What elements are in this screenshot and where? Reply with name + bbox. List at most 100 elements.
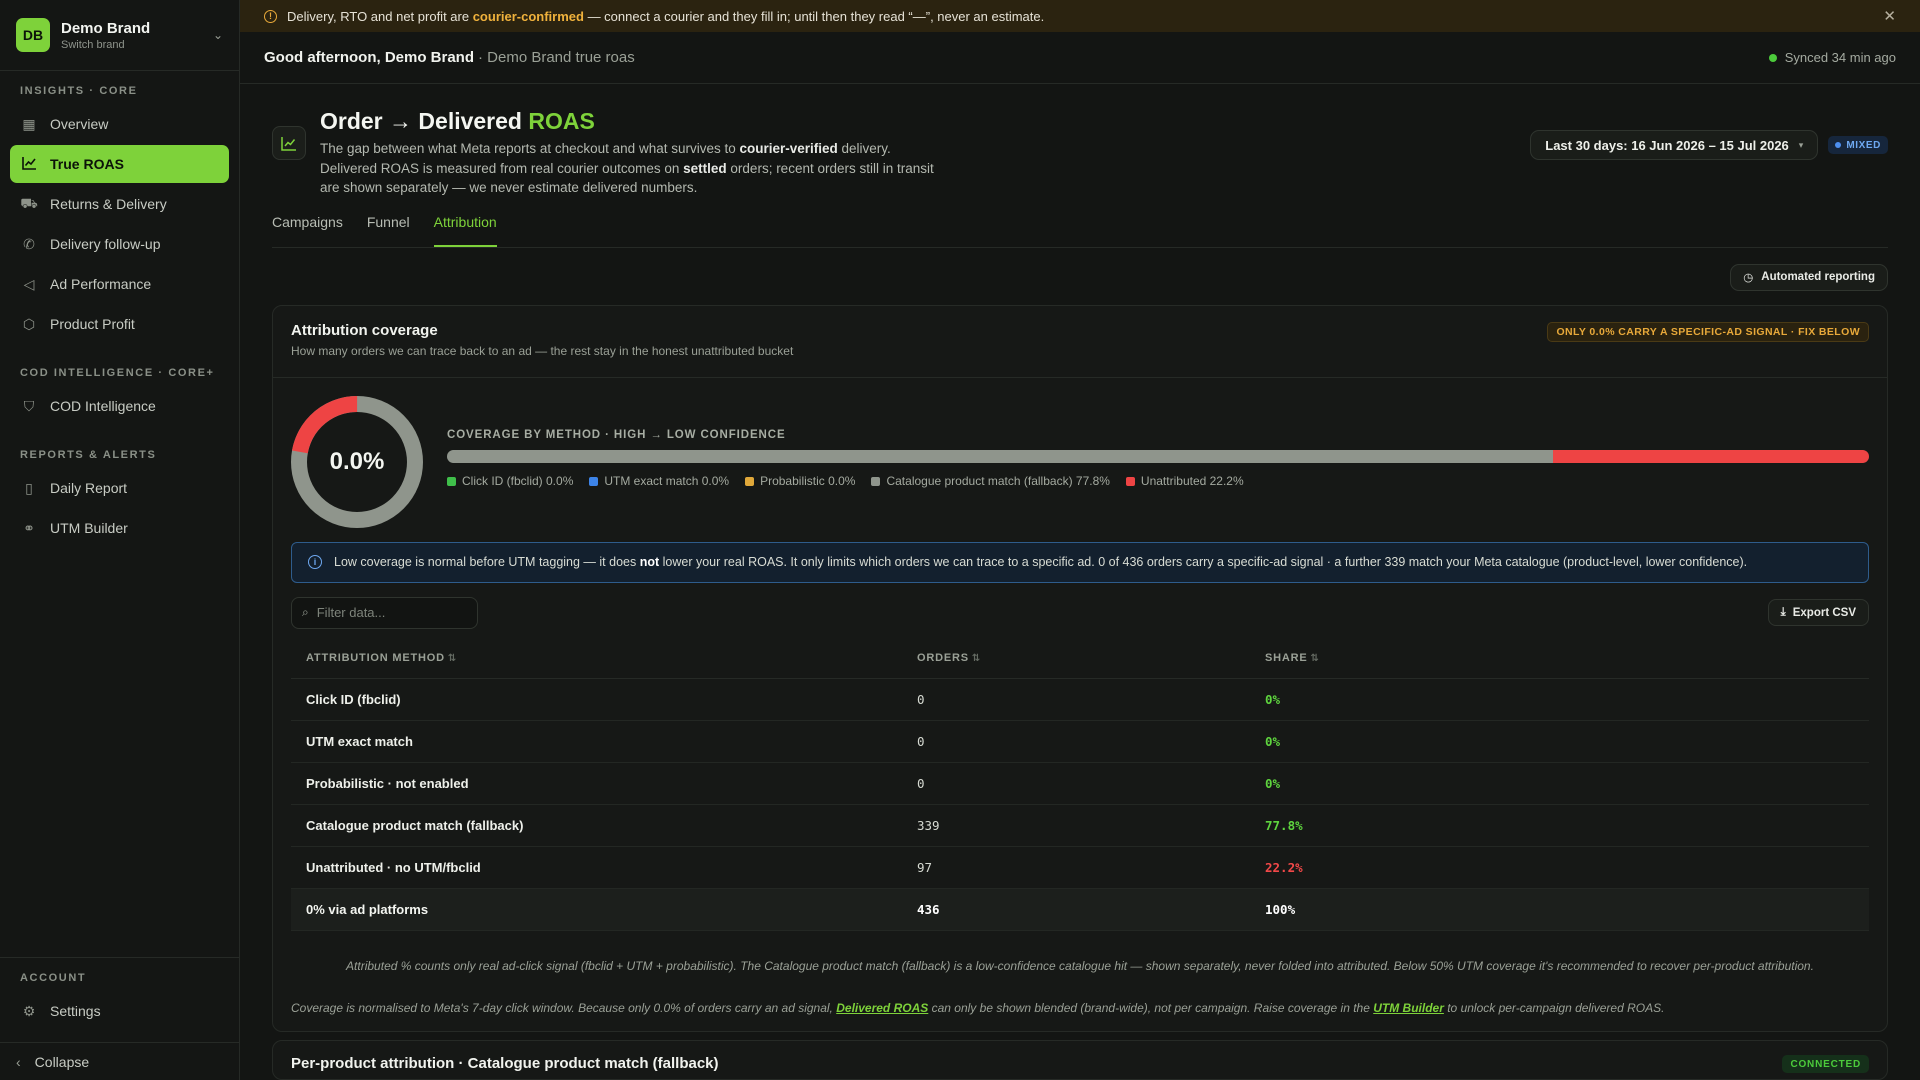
date-range-picker[interactable]: Last 30 days: 16 Jun 2026 – 15 Jul 2026 … [1530,130,1819,160]
shield-icon: ⛉ [23,397,35,414]
legend-label: Click ID (fbclid) 0.0% [462,474,574,488]
sidebar-item-returns-delivery[interactable]: ⛟ Returns & Delivery [10,185,229,223]
tab-attribution[interactable]: Attribution [433,212,497,247]
chart-line-icon [272,126,306,160]
sidebar-item-cod-intelligence[interactable]: ⛉ COD Intelligence [10,387,229,425]
page-header: Order → Delivered ROAS The gap between w… [272,84,1888,198]
megaphone-icon: ◁ [23,275,35,292]
export-csv-button[interactable]: ⤓ Export CSV [1767,599,1869,626]
nav-section-insights: INSIGHTS · CORE [20,85,138,97]
legend-swatch [1125,476,1135,486]
table-row: Unattributed · no UTM/fbclid 97 22.2% [291,846,1869,889]
tab-campaigns[interactable]: Campaigns [272,212,343,247]
coverage-bar-segment [1553,450,1869,463]
banner-text: Delivery, RTO and net profit are courier… [287,8,1045,24]
legend-item: Unattributed 22.2% [1125,474,1244,488]
sidebar-item-label: True ROAS [50,156,124,172]
sidebar-item-product-profit[interactable]: ⬡ Product Profit [10,305,229,343]
sidebar-nav: INSIGHTS · CORE ▦ Overview True ROAS ⛟ R… [0,71,239,957]
status-dot-icon [1835,142,1842,148]
column-header-orders[interactable]: ORDERS ⇅ [902,638,1250,679]
per-product-attribution-card: Per-product attribution · Catalogue prod… [272,1040,1888,1080]
legend-swatch [871,476,881,486]
legend-swatch [447,476,456,486]
date-range-label: Last 30 days: 16 Jun 2026 – 15 Jul 2026 [1545,137,1789,153]
sidebar-item-label: Settings [50,1003,101,1019]
table-row: UTM exact match 0 0% [291,720,1869,763]
search-icon: ⌕ [302,605,309,619]
legend-label: Probabilistic 0.0% [760,474,856,488]
page-title: Order → Delivered ROAS [320,108,595,134]
chart-line-icon [20,156,38,173]
sort-icon: ⇅ [971,653,982,665]
sidebar-item-label: Overview [50,116,109,132]
sidebar-item-daily-report[interactable]: ▯ Daily Report [10,469,229,507]
delivered-roas-link[interactable]: Delivered ROAS [836,1001,928,1015]
tab-bar: Campaigns Funnel Attribution [272,212,1888,248]
attribution-coverage-card: Attribution coverage How many orders we … [272,304,1888,1032]
sidebar-item-settings[interactable]: ⚙ Settings [10,992,229,1030]
grid-icon: ▦ [22,115,36,132]
chevron-down-icon: ⌄ [212,28,223,42]
attribution-table: ATTRIBUTION METHOD ⇅ ORDERS ⇅ SHARE ⇅ Click… [291,638,1869,931]
collapse-label: Collapse [34,1053,90,1070]
mobile-icon: ▯ [25,479,33,496]
sidebar-item-ad-performance[interactable]: ◁ Ad Performance [10,265,229,303]
sort-icon: ⇅ [1310,653,1320,665]
table-row: Catalogue product match (fallback) 339 7… [291,804,1869,847]
brand-switcher[interactable]: DB Demo Brand Switch brand ⌄ [0,0,239,71]
coverage-info-box: i Low coverage is normal before UTM tagg… [291,541,1869,583]
card-title: Attribution coverage [291,321,438,339]
status-badge: CONNECTED [1782,1055,1869,1073]
legend-swatch [589,476,599,486]
column-header-method[interactable]: ATTRIBUTION METHOD ⇅ [291,638,902,679]
automated-reporting-button[interactable]: ◷ Automated reporting [1730,263,1888,291]
gear-icon: ⚙ [22,1002,36,1019]
sidebar-item-delivery-follow-up[interactable]: ✆ Delivery follow-up [10,225,229,263]
sidebar-item-label: COD Intelligence [50,398,156,414]
box-icon: ⬡ [22,315,36,332]
card-subtitle: How many orders we can trace back to an … [291,343,794,358]
tab-funnel[interactable]: Funnel [367,212,410,247]
chevron-down-icon: ▾ [1798,139,1804,150]
sidebar-item-label: Ad Performance [50,276,152,292]
sync-status-text: Synced 34 min ago [1784,50,1896,66]
legend-item: Probabilistic 0.0% [745,474,855,488]
courier-notice-banner: ! Delivery, RTO and net profit are couri… [240,0,1920,33]
coverage-warning-badge: ONLY 0.0% CARRY A SPECIFIC-AD SIGNAL · F… [1547,321,1869,342]
utm-builder-link[interactable]: UTM Builder [1373,1001,1444,1015]
brand-avatar: DB [16,18,50,52]
sidebar-item-utm-builder[interactable]: ⚭ UTM Builder [10,509,229,547]
nav-section-account: ACCOUNT [20,972,87,984]
page-content: Order → Delivered ROAS The gap between w… [240,84,1920,1080]
filter-input[interactable] [316,605,457,620]
table-total-row: 0% via ad platforms 436 100% [291,888,1869,931]
info-icon: i [308,555,322,569]
coverage-donut: 0.0% [290,395,423,528]
column-header-share[interactable]: SHARE ⇅ [1250,638,1869,679]
legend-item: UTM exact match 0.0% [589,474,729,488]
sidebar-item-label: Delivery follow-up [50,236,161,252]
attribution-footnote: Attributed % counts only real ad-click s… [346,959,1814,973]
filter-field[interactable]: ⌕ [291,596,478,629]
info-text: Low coverage is normal before UTM taggin… [334,555,1748,569]
legend-item: Catalogue product match (fallback) 77.8% [871,474,1110,488]
sort-icon: ⇅ [447,653,458,665]
status-dot-icon [1768,53,1777,62]
sidebar-item-label: Daily Report [50,480,128,496]
coverage-bar-segment [447,450,1554,463]
coverage-stacked-bar [447,450,1869,463]
sidebar-item-true-roas[interactable]: True ROAS [10,145,229,183]
legend-label: Catalogue product match (fallback) 77.8% [886,474,1110,488]
table-row: Probabilistic · not enabled 0 0% [291,762,1869,805]
sync-status: Synced 34 min ago [1768,50,1896,66]
sidebar: DB Demo Brand Switch brand ⌄ INSIGHTS · … [0,0,240,1080]
card-title: Per-product attribution · Catalogue prod… [291,1055,719,1072]
nav-section-cod: COD INTELLIGENCE · CORE+ [20,367,215,379]
collapse-sidebar-button[interactable]: ‹ Collapse [0,1042,239,1080]
sidebar-item-overview[interactable]: ▦ Overview [10,105,229,143]
close-icon[interactable]: ✕ [1883,7,1896,25]
coverage-percent: 0.0% [329,447,385,475]
main-area: ! Delivery, RTO and net profit are couri… [240,0,1920,1080]
coverage-footnote: Coverage is normalised to Meta's 7-day c… [291,1001,1665,1015]
